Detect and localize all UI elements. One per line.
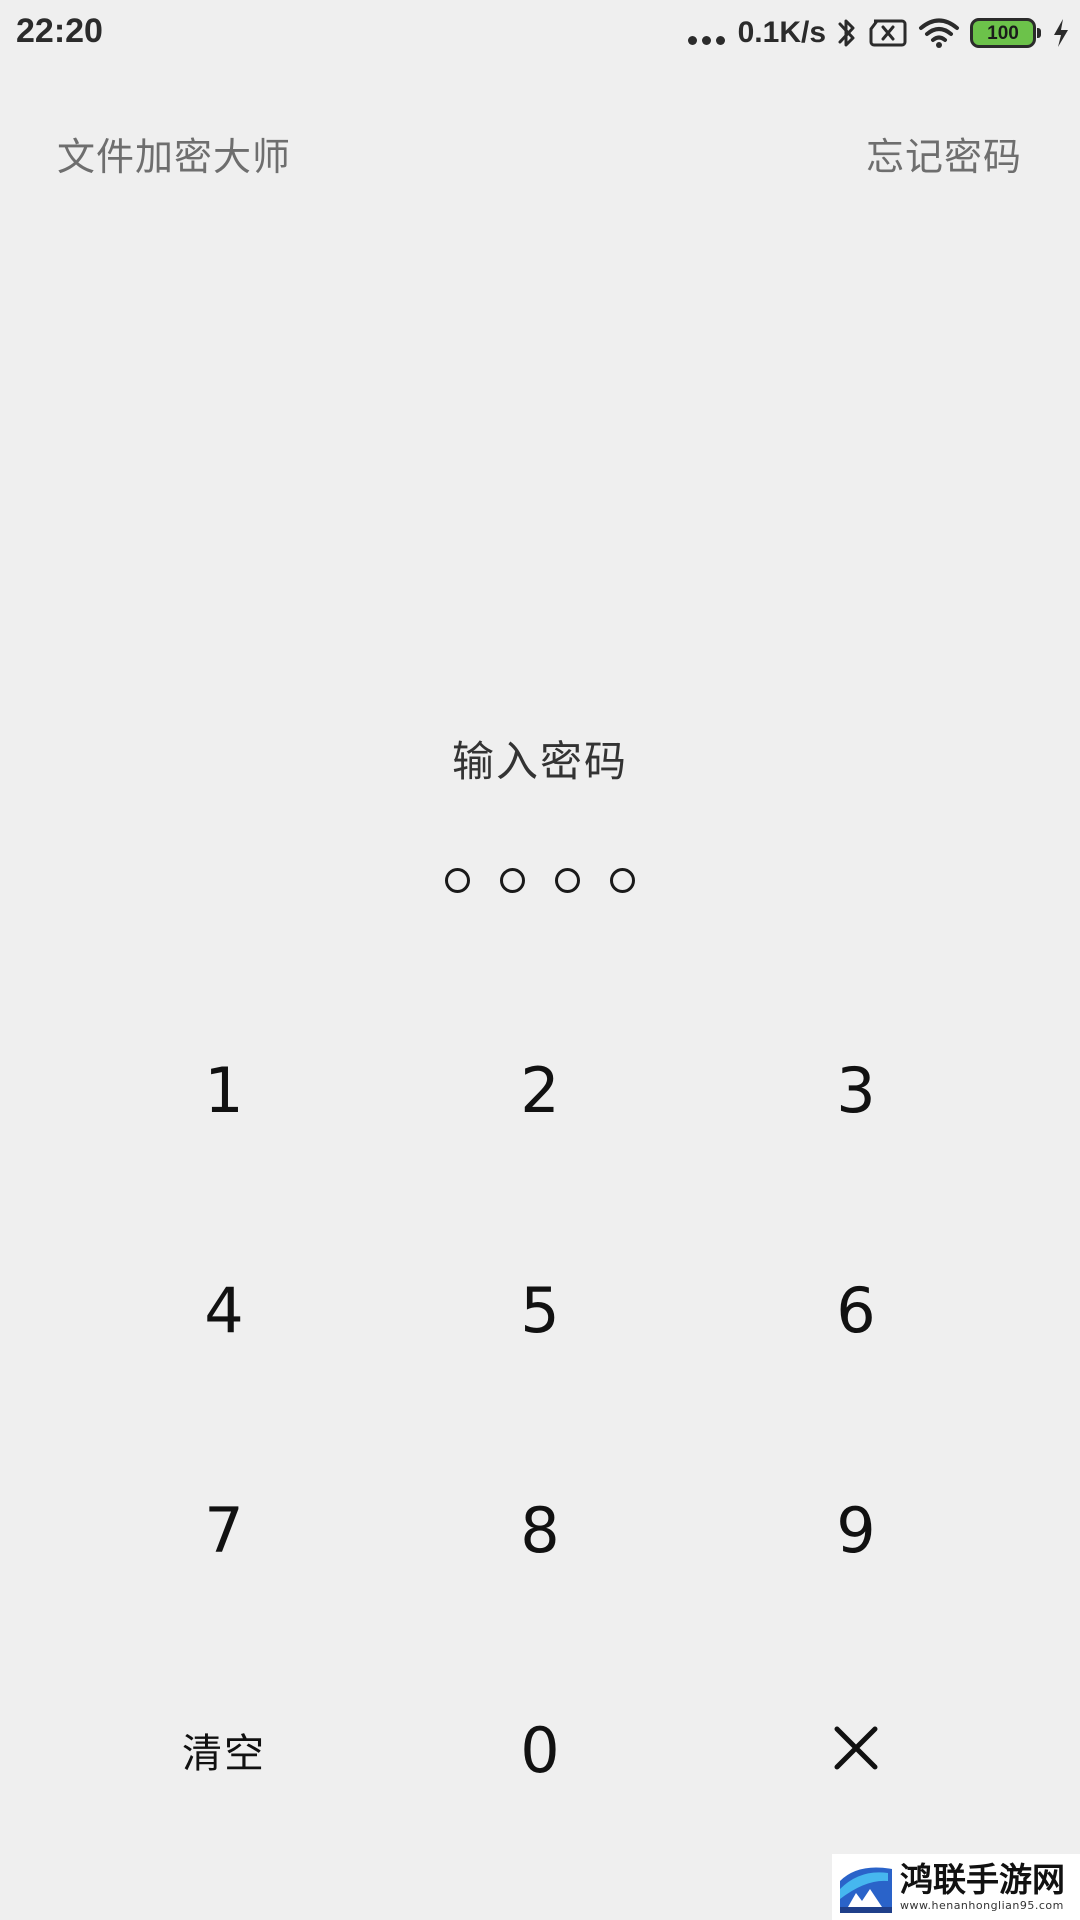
key-4[interactable]: 4: [66, 1200, 382, 1420]
status-icons: 0.1K/s 100: [687, 12, 1070, 54]
clear-button[interactable]: 清空: [66, 1640, 382, 1860]
battery-icon: 100: [970, 18, 1041, 48]
forgot-password-link[interactable]: 忘记密码: [866, 126, 1022, 181]
app-title: 文件加密大师: [57, 135, 292, 179]
key-8[interactable]: 8: [382, 1420, 698, 1640]
pin-dot: [610, 868, 635, 893]
pin-dot: [445, 868, 470, 893]
close-icon: [833, 1725, 879, 1775]
wifi-icon: [918, 17, 960, 49]
signal-dots-icon: [687, 33, 728, 45]
site-logo-icon: [838, 1859, 894, 1915]
lock-screen: 22:20 0.1K/s 100 文件加密大师 忘记密码 输入密码 1 2 3 …: [0, 0, 1080, 1920]
net-speed: 0.1K/s: [737, 16, 826, 49]
watermark-text: 鸿联手游网 www.henanhonglian95.com: [900, 1863, 1065, 1911]
status-bar: 22:20 0.1K/s 100: [0, 0, 1080, 66]
key-2[interactable]: 2: [382, 980, 698, 1200]
battery-level: 100: [987, 22, 1019, 44]
charging-icon: [1052, 17, 1070, 49]
password-prompt: 输入密码: [451, 737, 628, 786]
pin-indicator: [0, 868, 1080, 893]
no-sim-icon: [868, 17, 908, 49]
delete-button[interactable]: [698, 1640, 1014, 1860]
key-0[interactable]: 0: [382, 1640, 698, 1860]
key-3[interactable]: 3: [698, 980, 1014, 1200]
key-9[interactable]: 9: [698, 1420, 1014, 1640]
key-5[interactable]: 5: [382, 1200, 698, 1420]
pin-dot: [500, 868, 525, 893]
pin-dot: [555, 868, 580, 893]
key-7[interactable]: 7: [66, 1420, 382, 1640]
watermark-url: www.henanhonglian95.com: [900, 1899, 1064, 1912]
bluetooth-icon: [836, 15, 858, 51]
key-1[interactable]: 1: [66, 980, 382, 1200]
watermark-title: 鸿联手游网: [900, 1860, 1065, 1899]
status-time: 22:20: [16, 12, 103, 50]
watermark: 鸿联手游网 www.henanhonglian95.com: [832, 1854, 1080, 1920]
key-6[interactable]: 6: [698, 1200, 1014, 1420]
numeric-keypad: 1 2 3 4 5 6 7 8 9 清空 0: [0, 980, 1080, 1860]
